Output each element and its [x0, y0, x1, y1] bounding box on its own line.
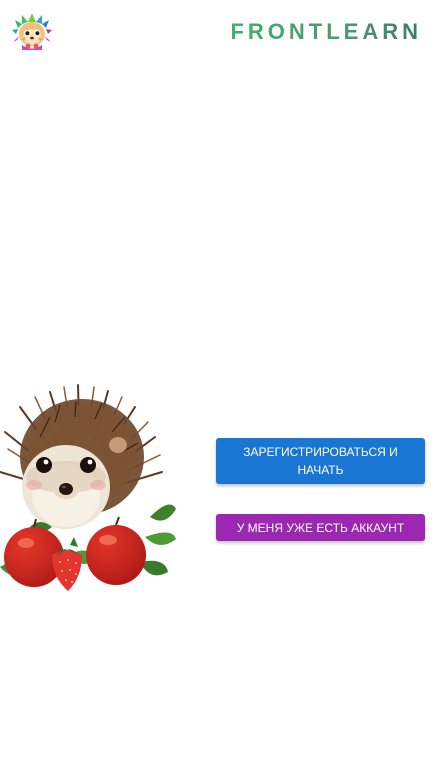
- register-and-start-button[interactable]: ЗАРЕГИСТРИРОВАТЬСЯ И НАЧАТЬ: [216, 438, 425, 484]
- header: FRONTLEARN: [0, 0, 447, 64]
- app-root: FRONTLEARN ЗАРЕГИСТРИРОВАТЬСЯ И НАЧАТЬ У…: [0, 0, 447, 767]
- hedgehog-logo-icon[interactable]: [12, 12, 52, 52]
- brand-title: FRONTLEARN: [230, 19, 422, 44]
- hedgehog-with-strawberries-illustration: [0, 377, 176, 599]
- have-account-button[interactable]: У МЕНЯ УЖЕ ЕСТЬ АККАУНТ: [216, 514, 425, 541]
